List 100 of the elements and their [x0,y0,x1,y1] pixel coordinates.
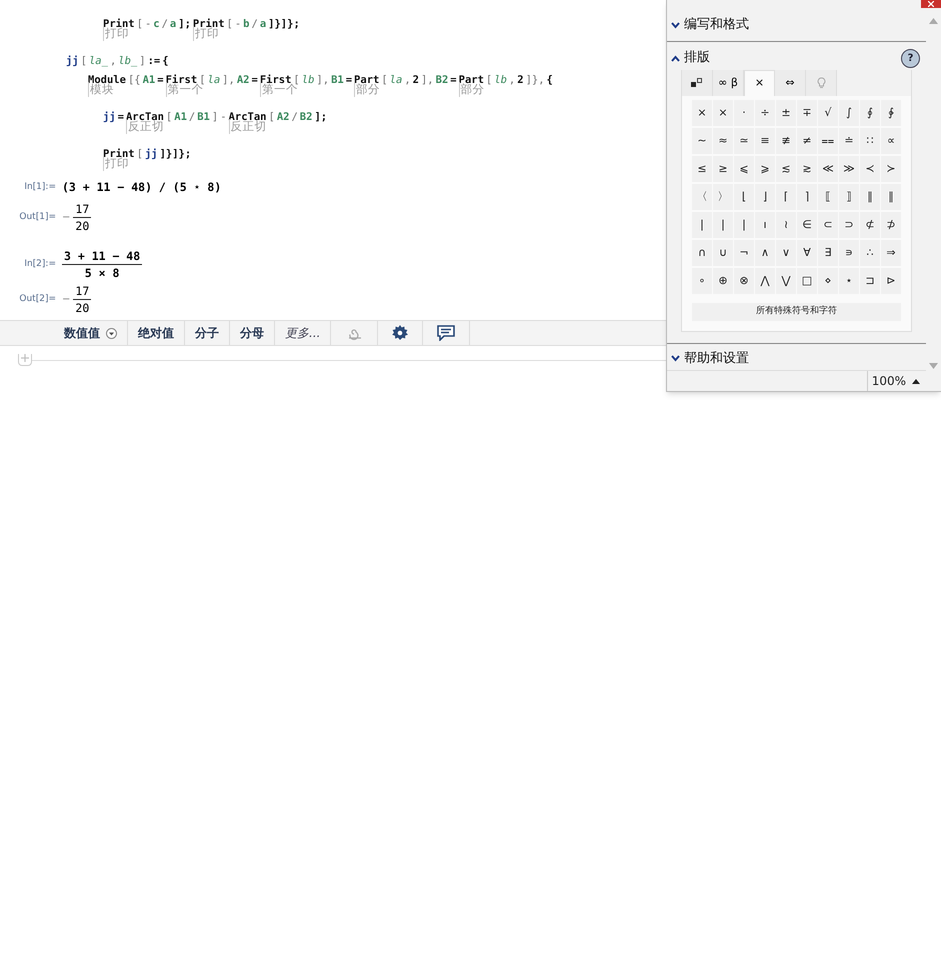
code-annotation: 模块 [88,82,114,97]
symbol-button[interactable]: 〉 [713,184,733,210]
symbol-button[interactable]: · [734,100,754,126]
symbol-button[interactable]: ∨ [776,240,796,266]
symbol-button[interactable]: × [713,100,733,126]
palette-section-header[interactable]: 排版 [671,48,710,68]
symbol-button[interactable]: ∥ [881,184,901,210]
symbol-button[interactable]: ± [776,100,796,126]
symbol-button[interactable]: ∩ [692,240,712,266]
symbol-button[interactable]: ≥ [713,156,733,182]
symbol-button[interactable]: ⊐ [860,268,880,294]
symbol-button[interactable]: ∓ [797,100,817,126]
suggestion-button[interactable]: 分母 [230,321,275,345]
palette-tab[interactable]: × [744,70,775,96]
symbol-button[interactable]: ⊅ [881,212,901,238]
code-token: B1 [331,74,344,86]
symbol-button[interactable]: ⩵ [818,128,838,154]
symbol-button[interactable]: ∫ [839,100,859,126]
code-token: / [252,18,258,30]
symbol-button[interactable]: ∧ [755,240,775,266]
symbol-button[interactable]: ≠ [797,128,817,154]
symbol-button[interactable]: ≡ [755,128,775,154]
add-cell-button[interactable] [18,354,32,366]
symbol-button[interactable]: ⩽ [734,156,754,182]
palette-tab[interactable]: ∞ β [713,70,744,96]
symbol-button[interactable]: ⇒ [881,240,901,266]
symbol-button[interactable]: ⊕ [713,268,733,294]
symbol-button[interactable]: ≳ [797,156,817,182]
symbol-button[interactable]: ⌉ [797,184,817,210]
palette-tab[interactable]: ⇔ [775,70,806,96]
symbol-button[interactable]: ¬ [734,240,754,266]
close-button[interactable] [921,0,941,8]
symbol-button[interactable]: ≫ [839,156,859,182]
all-symbols-button[interactable]: 所有特殊符号和字符 [692,302,901,321]
symbol-button[interactable]: ∴ [860,240,880,266]
symbol-button[interactable]: ∼ [692,128,712,154]
symbol-button[interactable]: ≀ [776,212,796,238]
symbol-button[interactable]: ⩾ [755,156,775,182]
code-token: [{ [128,74,141,86]
symbol-button[interactable]: ∲ [881,100,901,126]
symbol-button[interactable]: ⊗ [734,268,754,294]
symbol-button[interactable]: × [692,100,712,126]
code-token: - [234,18,242,30]
symbol-button[interactable]: ⋀ [755,268,775,294]
code-token: / [291,111,298,123]
symbol-button[interactable]: ⌊ [734,184,754,210]
symbol-button[interactable]: ∷ [860,128,880,154]
more-button[interactable]: 更多... [275,321,332,345]
code-token: [ [166,111,172,123]
symbol-button[interactable]: ⋆ [839,268,859,294]
suggestion-dropdown[interactable]: 数值值 [54,321,128,345]
symbol-button[interactable]: | [734,212,754,238]
symbol-button[interactable]: ⊄ [860,212,880,238]
suggestion-button[interactable]: 分子 [185,321,230,345]
symbol-button[interactable]: ≃ [734,128,754,154]
code-token: B2 [300,111,312,123]
symbol-button[interactable]: ≲ [776,156,796,182]
symbol-button[interactable]: ⌋ [755,184,775,210]
symbol-button[interactable]: ÷ [755,100,775,126]
symbol-button[interactable]: ∪ [713,240,733,266]
symbol-button[interactable]: √ [818,100,838,126]
symbol-button[interactable]: ⊂ [818,212,838,238]
symbol-button[interactable]: ≈ [713,128,733,154]
symbol-button[interactable]: | [713,212,733,238]
symbol-button[interactable]: ⟦ [818,184,838,210]
palette-tab[interactable] [682,70,713,96]
palette-section-header[interactable]: 编写和格式 [671,15,749,35]
symbol-button[interactable]: ⋄ [818,268,838,294]
code-token: = [450,74,457,86]
symbol-button[interactable]: ⋁ [776,268,796,294]
symbol-button[interactable]: ∈ [797,212,817,238]
symbol-button[interactable]: ≐ [839,128,859,154]
symbol-button[interactable]: ⟧ [839,184,859,210]
symbol-button[interactable]: ∝ [881,128,901,154]
symbol-button[interactable]: ∃ [818,240,838,266]
symbol-button[interactable]: ∀ [797,240,817,266]
symbol-button[interactable]: ⊳ [881,268,901,294]
symbol-button[interactable]: ≺ [860,156,880,182]
palette-section-header[interactable]: 帮助和设置 [671,348,749,369]
help-button[interactable]: ? [901,48,920,68]
symbol-button[interactable]: | [692,212,712,238]
symbol-button[interactable]: ⊃ [839,212,859,238]
symbol-button[interactable]: 〈 [692,184,712,210]
symbol-button[interactable]: ∘ [692,268,712,294]
symbol-button[interactable]: ≢ [776,128,796,154]
input-expression[interactable]: (3 + 11 − 48) / (5 ⋆ 8) [62,179,222,197]
suggestion-button[interactable]: 绝对值 [128,321,185,345]
symbol-button[interactable]: ≤ [692,156,712,182]
scrollbar[interactable] [926,10,941,391]
code-token: ], [316,74,330,86]
symbol-button[interactable]: □ [797,268,817,294]
symbol-button[interactable]: ≻ [881,156,901,182]
symbol-button[interactable]: ∥ [860,184,880,210]
symbol-button[interactable]: ⌈ [776,184,796,210]
symbol-button[interactable]: ≪ [818,156,838,182]
symbol-button[interactable]: ı [755,212,775,238]
symbol-button[interactable]: ∍ [839,240,859,266]
denominator: 5 × 8 [84,265,120,281]
symbol-button[interactable]: ∮ [860,100,880,126]
dropdown-icon [106,328,117,338]
